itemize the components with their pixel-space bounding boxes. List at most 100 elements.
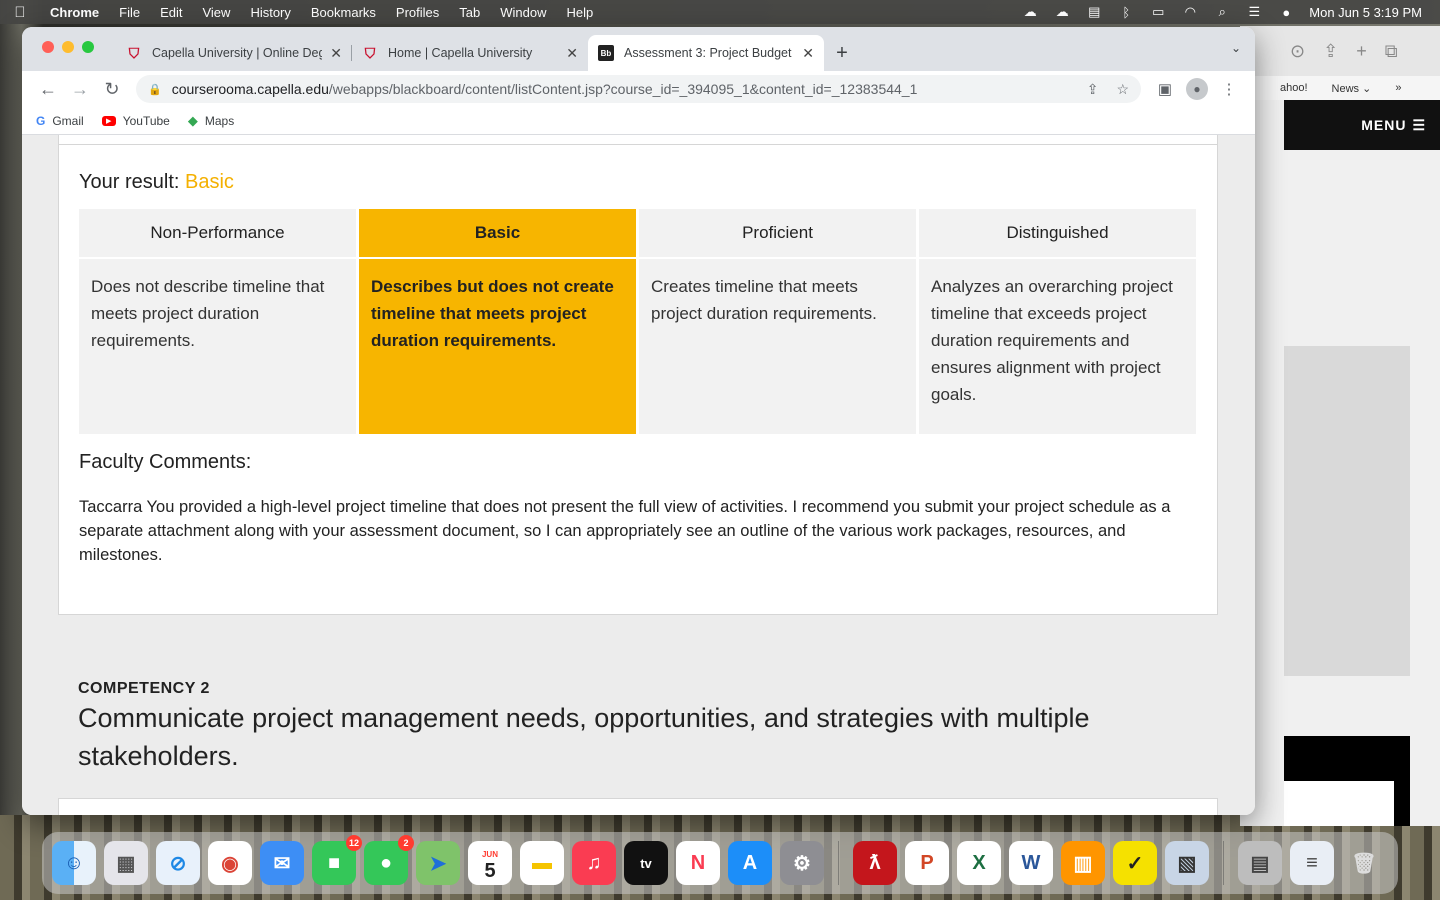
menu-file[interactable]: File <box>109 5 150 20</box>
cloud-sync-icon[interactable]: ☁ <box>1053 4 1071 20</box>
menu-bookmarks[interactable]: Bookmarks <box>301 5 386 20</box>
tab-assessment-3[interactable]: Bb Assessment 3: Project Budget ✕ <box>588 35 824 71</box>
bookmark-youtube[interactable]: ▶ YouTube <box>101 113 170 128</box>
bookmark-news[interactable]: News ⌄ <box>1332 82 1372 95</box>
launchpad-icon[interactable]: ▦ <box>104 841 148 885</box>
preview-icon[interactable]: ▧ <box>1165 841 1209 885</box>
menu-window[interactable]: Window <box>490 5 556 20</box>
facetime-icon[interactable]: ■ 12 <box>312 835 362 885</box>
new-tab-button[interactable]: + <box>824 35 860 71</box>
address-bar[interactable]: 🔒 courserooma.capella.edu/webapps/blackb… <box>136 75 1141 103</box>
maps-icon[interactable]: ➤ <box>416 841 460 885</box>
excel-icon[interactable]: X <box>957 841 1001 885</box>
bluetooth-icon[interactable]: ᛒ <box>1117 5 1135 20</box>
bookmark-gmail[interactable]: G Gmail <box>36 114 84 128</box>
new-tab-icon[interactable]: + <box>1356 41 1367 62</box>
chrome-icon[interactable]: ◉ <box>208 841 252 885</box>
rubric-card: Your result: Basic Non-Performance Basic… <box>58 145 1218 615</box>
macos-dock: ☺ ▦ ⊘ ◉ ✉ ■ 12 ● 2 ➤ JUN 5 ▬ ♫ tv N A ⚙ ƛ … <box>42 832 1398 894</box>
norton-icon[interactable]: ✓ <box>1113 841 1157 885</box>
faculty-comments-body: Taccarra You provided a high-level proje… <box>79 498 1171 564</box>
menu-tab[interactable]: Tab <box>449 5 490 20</box>
tab-search-chevron-icon[interactable]: ⌄ <box>1231 41 1241 55</box>
acrobat-icon[interactable]: ƛ <box>853 841 897 885</box>
document-stack-icon[interactable]: ≡ <box>1290 841 1334 885</box>
share-icon[interactable]: ⇪ <box>1323 41 1338 62</box>
safari-icon[interactable]: ⊘ <box>156 841 200 885</box>
menu-edit[interactable]: Edit <box>150 5 192 20</box>
bookmarks-bar: G Gmail ▶ YouTube ◆ Maps <box>22 107 1255 135</box>
music-icon[interactable]: ♫ <box>572 841 616 885</box>
dock-divider <box>1223 841 1224 885</box>
chrome-window: ⛉ Capella University | Online Deg ✕ ⛉ Ho… <box>22 27 1255 815</box>
close-tab-icon[interactable]: ✕ <box>566 45 578 62</box>
bookmark-maps[interactable]: ◆ Maps <box>188 113 234 129</box>
download-icon[interactable]: ⊙ <box>1290 41 1305 62</box>
books-icon[interactable]: ▥ <box>1061 841 1105 885</box>
window-controls <box>42 41 94 53</box>
previous-card-edge <box>58 135 1218 145</box>
control-center-icon[interactable]: ☰ <box>1245 4 1263 20</box>
rubric-header-distinguished: Distinguished <box>919 209 1196 257</box>
site-menu-button[interactable]: MENU ☰ <box>1284 100 1440 150</box>
wifi-icon[interactable]: ◠ <box>1181 4 1199 20</box>
close-window-button[interactable] <box>42 41 54 53</box>
menu-history[interactable]: History <box>240 5 300 20</box>
tab-capella-online[interactable]: ⛉ Capella University | Online Deg ✕ <box>116 35 352 71</box>
background-browser-window[interactable]: ⊙ ⇪ + ⧉ ahoo! News ⌄ » MENU ☰ <box>1240 26 1440 826</box>
scanner-icon[interactable]: ▤ <box>1238 841 1282 885</box>
finder-icon[interactable]: ☺ <box>52 841 96 885</box>
fullscreen-window-button[interactable] <box>82 41 94 53</box>
bookmark-label: YouTube <box>122 113 170 128</box>
menu-help[interactable]: Help <box>557 5 604 20</box>
battery-icon[interactable]: ▭ <box>1149 4 1167 20</box>
share-icon[interactable]: ⇪ <box>1087 81 1099 98</box>
trash-icon[interactable]: 🗑 <box>1342 841 1386 885</box>
close-tab-icon[interactable]: ✕ <box>330 45 342 62</box>
system-settings-icon[interactable]: ⚙ <box>780 841 824 885</box>
background-tabbar: ⊙ ⇪ + ⧉ <box>1240 26 1440 76</box>
apple-tv-icon[interactable]: tv <box>624 841 668 885</box>
creative-cloud-icon[interactable]: ☁ <box>1021 4 1039 20</box>
app-store-icon[interactable]: A <box>728 841 772 885</box>
siri-icon[interactable]: ● <box>1277 5 1295 20</box>
youtube-icon: ▶ <box>101 115 116 126</box>
menu-profiles[interactable]: Profiles <box>386 5 449 20</box>
messages-icon[interactable]: ● 2 <box>364 835 414 885</box>
page-content[interactable]: Your result: Basic Non-Performance Basic… <box>22 135 1255 815</box>
lock-icon[interactable]: 🔒 <box>148 83 162 96</box>
tab-overview-icon[interactable]: ⧉ <box>1385 41 1398 62</box>
side-panel-icon[interactable]: ▣ <box>1149 80 1181 98</box>
notes-icon[interactable]: ▬ <box>520 841 564 885</box>
menu-view[interactable]: View <box>192 5 240 20</box>
news-icon[interactable]: N <box>676 841 720 885</box>
capella-icon: ⛉ <box>128 44 140 61</box>
mail-icon[interactable]: ✉ <box>260 841 304 885</box>
rubric-desc-non-performance: Does not describe timeline that meets pr… <box>79 259 356 434</box>
tab-title: Assessment 3: Project Budget <box>624 46 792 60</box>
more-bookmarks-icon[interactable]: » <box>1395 82 1401 94</box>
apple-menu-icon[interactable]:  <box>0 4 40 21</box>
forward-arrow-icon[interactable]: → <box>64 79 96 100</box>
reload-icon[interactable]: ↻ <box>96 79 128 100</box>
input-source-icon[interactable]: ▤ <box>1085 4 1103 20</box>
more-menu-icon[interactable]: ⋮ <box>1213 80 1245 98</box>
minimize-window-button[interactable] <box>62 41 74 53</box>
bookmark-yahoo[interactable]: ahoo! <box>1280 82 1308 94</box>
rubric-header-non-performance: Non-Performance <box>79 209 356 257</box>
tab-capella-home[interactable]: ⛉ Home | Capella University ✕ <box>352 35 588 71</box>
bookmark-star-icon[interactable]: ☆ <box>1116 81 1129 98</box>
spotlight-search-icon[interactable]: ⌕ <box>1213 4 1231 20</box>
close-tab-icon[interactable]: ✕ <box>802 45 814 62</box>
back-arrow-icon[interactable]: ← <box>32 79 64 100</box>
tabs: ⛉ Capella University | Online Deg ✕ ⛉ Ho… <box>116 35 860 71</box>
menu-clock[interactable]: Mon Jun 5 3:19 PM <box>1309 5 1422 20</box>
word-icon[interactable]: W <box>1009 841 1053 885</box>
calendar-icon[interactable]: JUN 5 <box>468 841 512 885</box>
rubric-desc-proficient: Creates timeline that meets project dura… <box>639 259 916 434</box>
profile-avatar-icon[interactable]: ● <box>1186 78 1208 100</box>
menu-chrome[interactable]: Chrome <box>40 5 109 20</box>
result-value: Basic <box>185 171 234 193</box>
powerpoint-icon[interactable]: P <box>905 841 949 885</box>
google-icon: G <box>36 113 46 128</box>
